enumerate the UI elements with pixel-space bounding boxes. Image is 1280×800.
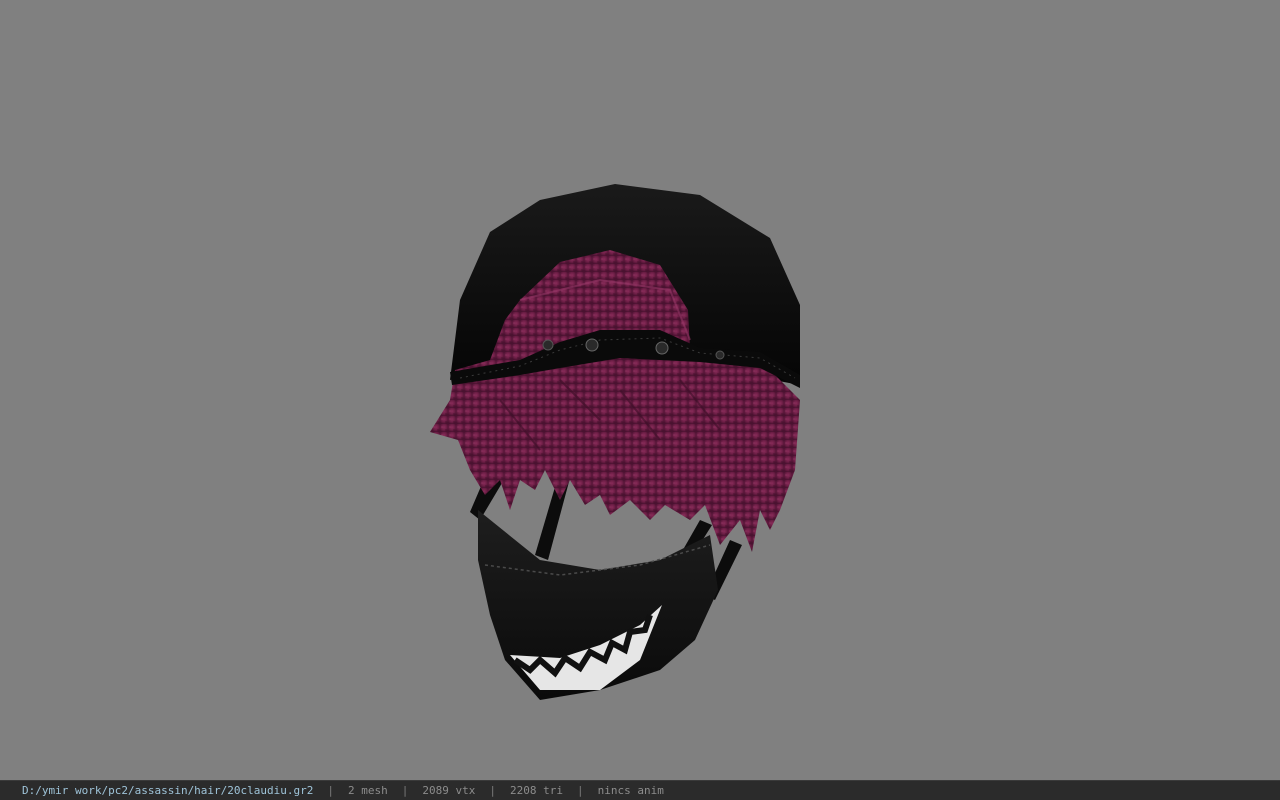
mesh-count: 2 mesh <box>348 784 388 797</box>
triangle-count: 2208 tri <box>510 784 563 797</box>
model-render[interactable] <box>0 0 1280 780</box>
file-path: D:/ymir work/pc2/assassin/hair/20claudiu… <box>22 784 314 797</box>
face-mask <box>478 510 718 700</box>
status-separator: | <box>489 784 497 797</box>
status-separator: | <box>577 784 584 797</box>
status-separator: | <box>327 784 335 797</box>
status-separator: | <box>401 784 409 797</box>
animation-status: nincs anim <box>597 784 664 797</box>
vertex-count: 2089 vtx <box>422 784 476 797</box>
3d-viewport[interactable] <box>0 0 1280 780</box>
status-bar: D:/ymir work/pc2/assassin/hair/20claudiu… <box>0 780 1280 800</box>
